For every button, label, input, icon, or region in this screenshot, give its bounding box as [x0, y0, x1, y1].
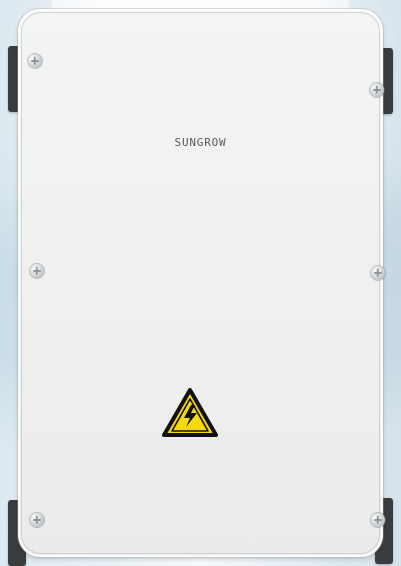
screw-icon	[28, 54, 42, 68]
screw-icon	[370, 83, 384, 97]
screw-icon	[371, 266, 385, 280]
screw-icon	[371, 513, 385, 527]
device-cabinet: SUNGROW	[18, 9, 385, 557]
screw-icon	[30, 264, 44, 278]
screw-icon	[30, 513, 44, 527]
high-voltage-warning-icon	[162, 388, 218, 437]
brand-logo-text: SUNGROW	[174, 136, 227, 149]
